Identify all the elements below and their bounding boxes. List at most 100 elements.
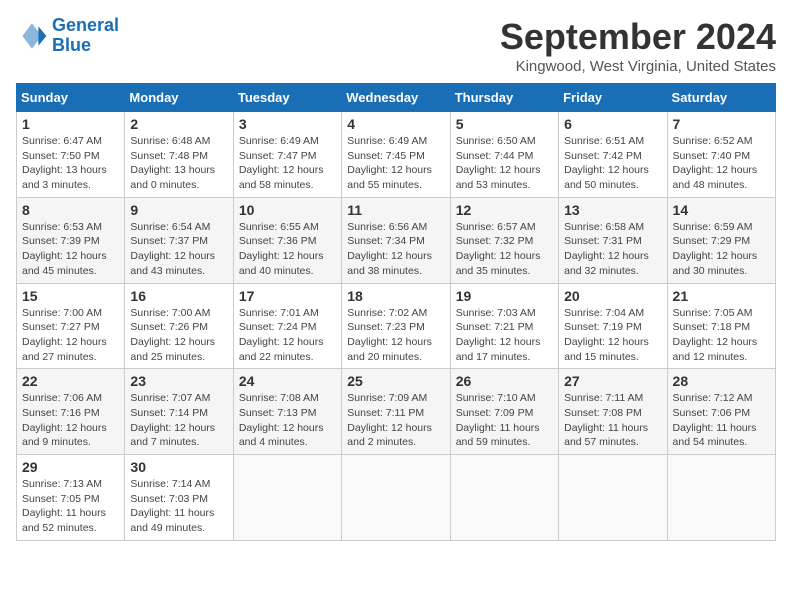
day-info: Sunrise: 6:58 AMSunset: 7:31 PMDaylight:… bbox=[564, 220, 661, 279]
location: Kingwood, West Virginia, United States bbox=[500, 58, 776, 75]
day-info: Sunrise: 7:06 AMSunset: 7:16 PMDaylight:… bbox=[22, 391, 119, 450]
day-number: 18 bbox=[347, 288, 444, 304]
day-number: 17 bbox=[239, 288, 336, 304]
day-info: Sunrise: 6:51 AMSunset: 7:42 PMDaylight:… bbox=[564, 134, 661, 193]
month-title: September 2024 bbox=[500, 16, 776, 58]
day-info: Sunrise: 7:02 AMSunset: 7:23 PMDaylight:… bbox=[347, 306, 444, 365]
calendar-week-row: 22 Sunrise: 7:06 AMSunset: 7:16 PMDayligh… bbox=[17, 369, 776, 455]
day-info: Sunrise: 6:56 AMSunset: 7:34 PMDaylight:… bbox=[347, 220, 444, 279]
day-number: 9 bbox=[130, 202, 227, 218]
day-info: Sunrise: 6:49 AMSunset: 7:45 PMDaylight:… bbox=[347, 134, 444, 193]
day-info: Sunrise: 6:55 AMSunset: 7:36 PMDaylight:… bbox=[239, 220, 336, 279]
day-info: Sunrise: 6:48 AMSunset: 7:48 PMDaylight:… bbox=[130, 134, 227, 193]
calendar-cell bbox=[667, 455, 775, 541]
day-number: 2 bbox=[130, 116, 227, 132]
col-wednesday: Wednesday bbox=[342, 84, 450, 112]
day-number: 27 bbox=[564, 373, 661, 389]
calendar-cell: 11 Sunrise: 6:56 AMSunset: 7:34 PMDayligh… bbox=[342, 197, 450, 283]
calendar-week-row: 8 Sunrise: 6:53 AMSunset: 7:39 PMDaylight… bbox=[17, 197, 776, 283]
day-info: Sunrise: 7:07 AMSunset: 7:14 PMDaylight:… bbox=[130, 391, 227, 450]
calendar-cell: 13 Sunrise: 6:58 AMSunset: 7:31 PMDayligh… bbox=[559, 197, 667, 283]
calendar-cell: 15Sunrise: 7:00 AMSunset: 7:27 PMDayligh… bbox=[17, 283, 125, 369]
day-number: 24 bbox=[239, 373, 336, 389]
calendar-cell: 14 Sunrise: 6:59 AMSunset: 7:29 PMDayligh… bbox=[667, 197, 775, 283]
day-number: 30 bbox=[130, 459, 227, 475]
day-number: 12 bbox=[456, 202, 553, 218]
day-info: Sunrise: 7:05 AMSunset: 7:18 PMDaylight:… bbox=[673, 306, 770, 365]
day-number: 11 bbox=[347, 202, 444, 218]
calendar-cell: 7Sunrise: 6:52 AMSunset: 7:40 PMDaylight… bbox=[667, 112, 775, 198]
day-number: 1 bbox=[22, 116, 119, 132]
calendar-cell: 19Sunrise: 7:03 AMSunset: 7:21 PMDayligh… bbox=[450, 283, 558, 369]
day-info: Sunrise: 6:57 AMSunset: 7:32 PMDaylight:… bbox=[456, 220, 553, 279]
calendar-cell bbox=[450, 455, 558, 541]
calendar-cell bbox=[559, 455, 667, 541]
day-number: 22 bbox=[22, 373, 119, 389]
day-info: Sunrise: 6:49 AMSunset: 7:47 PMDaylight:… bbox=[239, 134, 336, 193]
calendar-cell: 20 Sunrise: 7:04 AMSunset: 7:19 PMDayligh… bbox=[559, 283, 667, 369]
day-info: Sunrise: 7:04 AMSunset: 7:19 PMDaylight:… bbox=[564, 306, 661, 365]
day-info: Sunrise: 6:59 AMSunset: 7:29 PMDaylight:… bbox=[673, 220, 770, 279]
day-info: Sunrise: 7:09 AMSunset: 7:11 PMDaylight:… bbox=[347, 391, 444, 450]
calendar-cell: 2 Sunrise: 6:48 AMSunset: 7:48 PMDaylight… bbox=[125, 112, 233, 198]
calendar-cell: 23 Sunrise: 7:07 AMSunset: 7:14 PMDayligh… bbox=[125, 369, 233, 455]
calendar-week-row: 1 Sunrise: 6:47 AMSunset: 7:50 PMDaylight… bbox=[17, 112, 776, 198]
calendar-cell: 25Sunrise: 7:09 AMSunset: 7:11 PMDayligh… bbox=[342, 369, 450, 455]
day-number: 3 bbox=[239, 116, 336, 132]
day-number: 23 bbox=[130, 373, 227, 389]
calendar-cell: 22 Sunrise: 7:06 AMSunset: 7:16 PMDayligh… bbox=[17, 369, 125, 455]
day-number: 5 bbox=[456, 116, 553, 132]
day-number: 14 bbox=[673, 202, 770, 218]
calendar-cell: 18 Sunrise: 7:02 AMSunset: 7:23 PMDayligh… bbox=[342, 283, 450, 369]
day-info: Sunrise: 7:01 AMSunset: 7:24 PMDaylight:… bbox=[239, 306, 336, 365]
calendar-week-row: 15Sunrise: 7:00 AMSunset: 7:27 PMDayligh… bbox=[17, 283, 776, 369]
calendar-cell: 26 Sunrise: 7:10 AMSunset: 7:09 PMDayligh… bbox=[450, 369, 558, 455]
logo-icon bbox=[16, 20, 48, 52]
col-thursday: Thursday bbox=[450, 84, 558, 112]
calendar-cell: 24 Sunrise: 7:08 AMSunset: 7:13 PMDayligh… bbox=[233, 369, 341, 455]
day-info: Sunrise: 7:14 AMSunset: 7:03 PMDaylight:… bbox=[130, 477, 227, 536]
calendar-header-row: Sunday Monday Tuesday Wednesday Thursday… bbox=[17, 84, 776, 112]
calendar-cell: 4Sunrise: 6:49 AMSunset: 7:45 PMDaylight… bbox=[342, 112, 450, 198]
day-number: 20 bbox=[564, 288, 661, 304]
calendar-cell: 12 Sunrise: 6:57 AMSunset: 7:32 PMDayligh… bbox=[450, 197, 558, 283]
day-info: Sunrise: 6:47 AMSunset: 7:50 PMDaylight:… bbox=[22, 134, 119, 193]
col-friday: Friday bbox=[559, 84, 667, 112]
calendar-table: Sunday Monday Tuesday Wednesday Thursday… bbox=[16, 83, 776, 541]
logo-text: General Blue bbox=[52, 16, 119, 56]
calendar-cell: 30 Sunrise: 7:14 AMSunset: 7:03 PMDayligh… bbox=[125, 455, 233, 541]
calendar-cell: 27 Sunrise: 7:11 AMSunset: 7:08 PMDayligh… bbox=[559, 369, 667, 455]
day-number: 6 bbox=[564, 116, 661, 132]
day-info: Sunrise: 7:11 AMSunset: 7:08 PMDaylight:… bbox=[564, 391, 661, 450]
day-info: Sunrise: 6:54 AMSunset: 7:37 PMDaylight:… bbox=[130, 220, 227, 279]
logo: General Blue bbox=[16, 16, 119, 56]
calendar-cell: 17 Sunrise: 7:01 AMSunset: 7:24 PMDayligh… bbox=[233, 283, 341, 369]
col-tuesday: Tuesday bbox=[233, 84, 341, 112]
day-number: 19 bbox=[456, 288, 553, 304]
col-sunday: Sunday bbox=[17, 84, 125, 112]
day-info: Sunrise: 7:00 AMSunset: 7:26 PMDaylight:… bbox=[130, 306, 227, 365]
day-info: Sunrise: 7:10 AMSunset: 7:09 PMDaylight:… bbox=[456, 391, 553, 450]
calendar-cell: 5 Sunrise: 6:50 AMSunset: 7:44 PMDaylight… bbox=[450, 112, 558, 198]
calendar-cell: 1 Sunrise: 6:47 AMSunset: 7:50 PMDaylight… bbox=[17, 112, 125, 198]
col-saturday: Saturday bbox=[667, 84, 775, 112]
day-number: 21 bbox=[673, 288, 770, 304]
calendar-cell: 16 Sunrise: 7:00 AMSunset: 7:26 PMDayligh… bbox=[125, 283, 233, 369]
day-number: 13 bbox=[564, 202, 661, 218]
day-number: 16 bbox=[130, 288, 227, 304]
day-number: 29 bbox=[22, 459, 119, 475]
calendar-cell: 28Sunrise: 7:12 AMSunset: 7:06 PMDayligh… bbox=[667, 369, 775, 455]
calendar-week-row: 29 Sunrise: 7:13 AMSunset: 7:05 PMDayligh… bbox=[17, 455, 776, 541]
day-info: Sunrise: 7:13 AMSunset: 7:05 PMDaylight:… bbox=[22, 477, 119, 536]
day-info: Sunrise: 6:53 AMSunset: 7:39 PMDaylight:… bbox=[22, 220, 119, 279]
day-number: 26 bbox=[456, 373, 553, 389]
calendar-cell: 21 Sunrise: 7:05 AMSunset: 7:18 PMDayligh… bbox=[667, 283, 775, 369]
day-info: Sunrise: 6:50 AMSunset: 7:44 PMDaylight:… bbox=[456, 134, 553, 193]
day-info: Sunrise: 6:52 AMSunset: 7:40 PMDaylight:… bbox=[673, 134, 770, 193]
calendar-cell: 29 Sunrise: 7:13 AMSunset: 7:05 PMDayligh… bbox=[17, 455, 125, 541]
day-number: 15 bbox=[22, 288, 119, 304]
day-info: Sunrise: 7:08 AMSunset: 7:13 PMDaylight:… bbox=[239, 391, 336, 450]
day-number: 8 bbox=[22, 202, 119, 218]
calendar-cell: 10Sunrise: 6:55 AMSunset: 7:36 PMDayligh… bbox=[233, 197, 341, 283]
day-number: 28 bbox=[673, 373, 770, 389]
